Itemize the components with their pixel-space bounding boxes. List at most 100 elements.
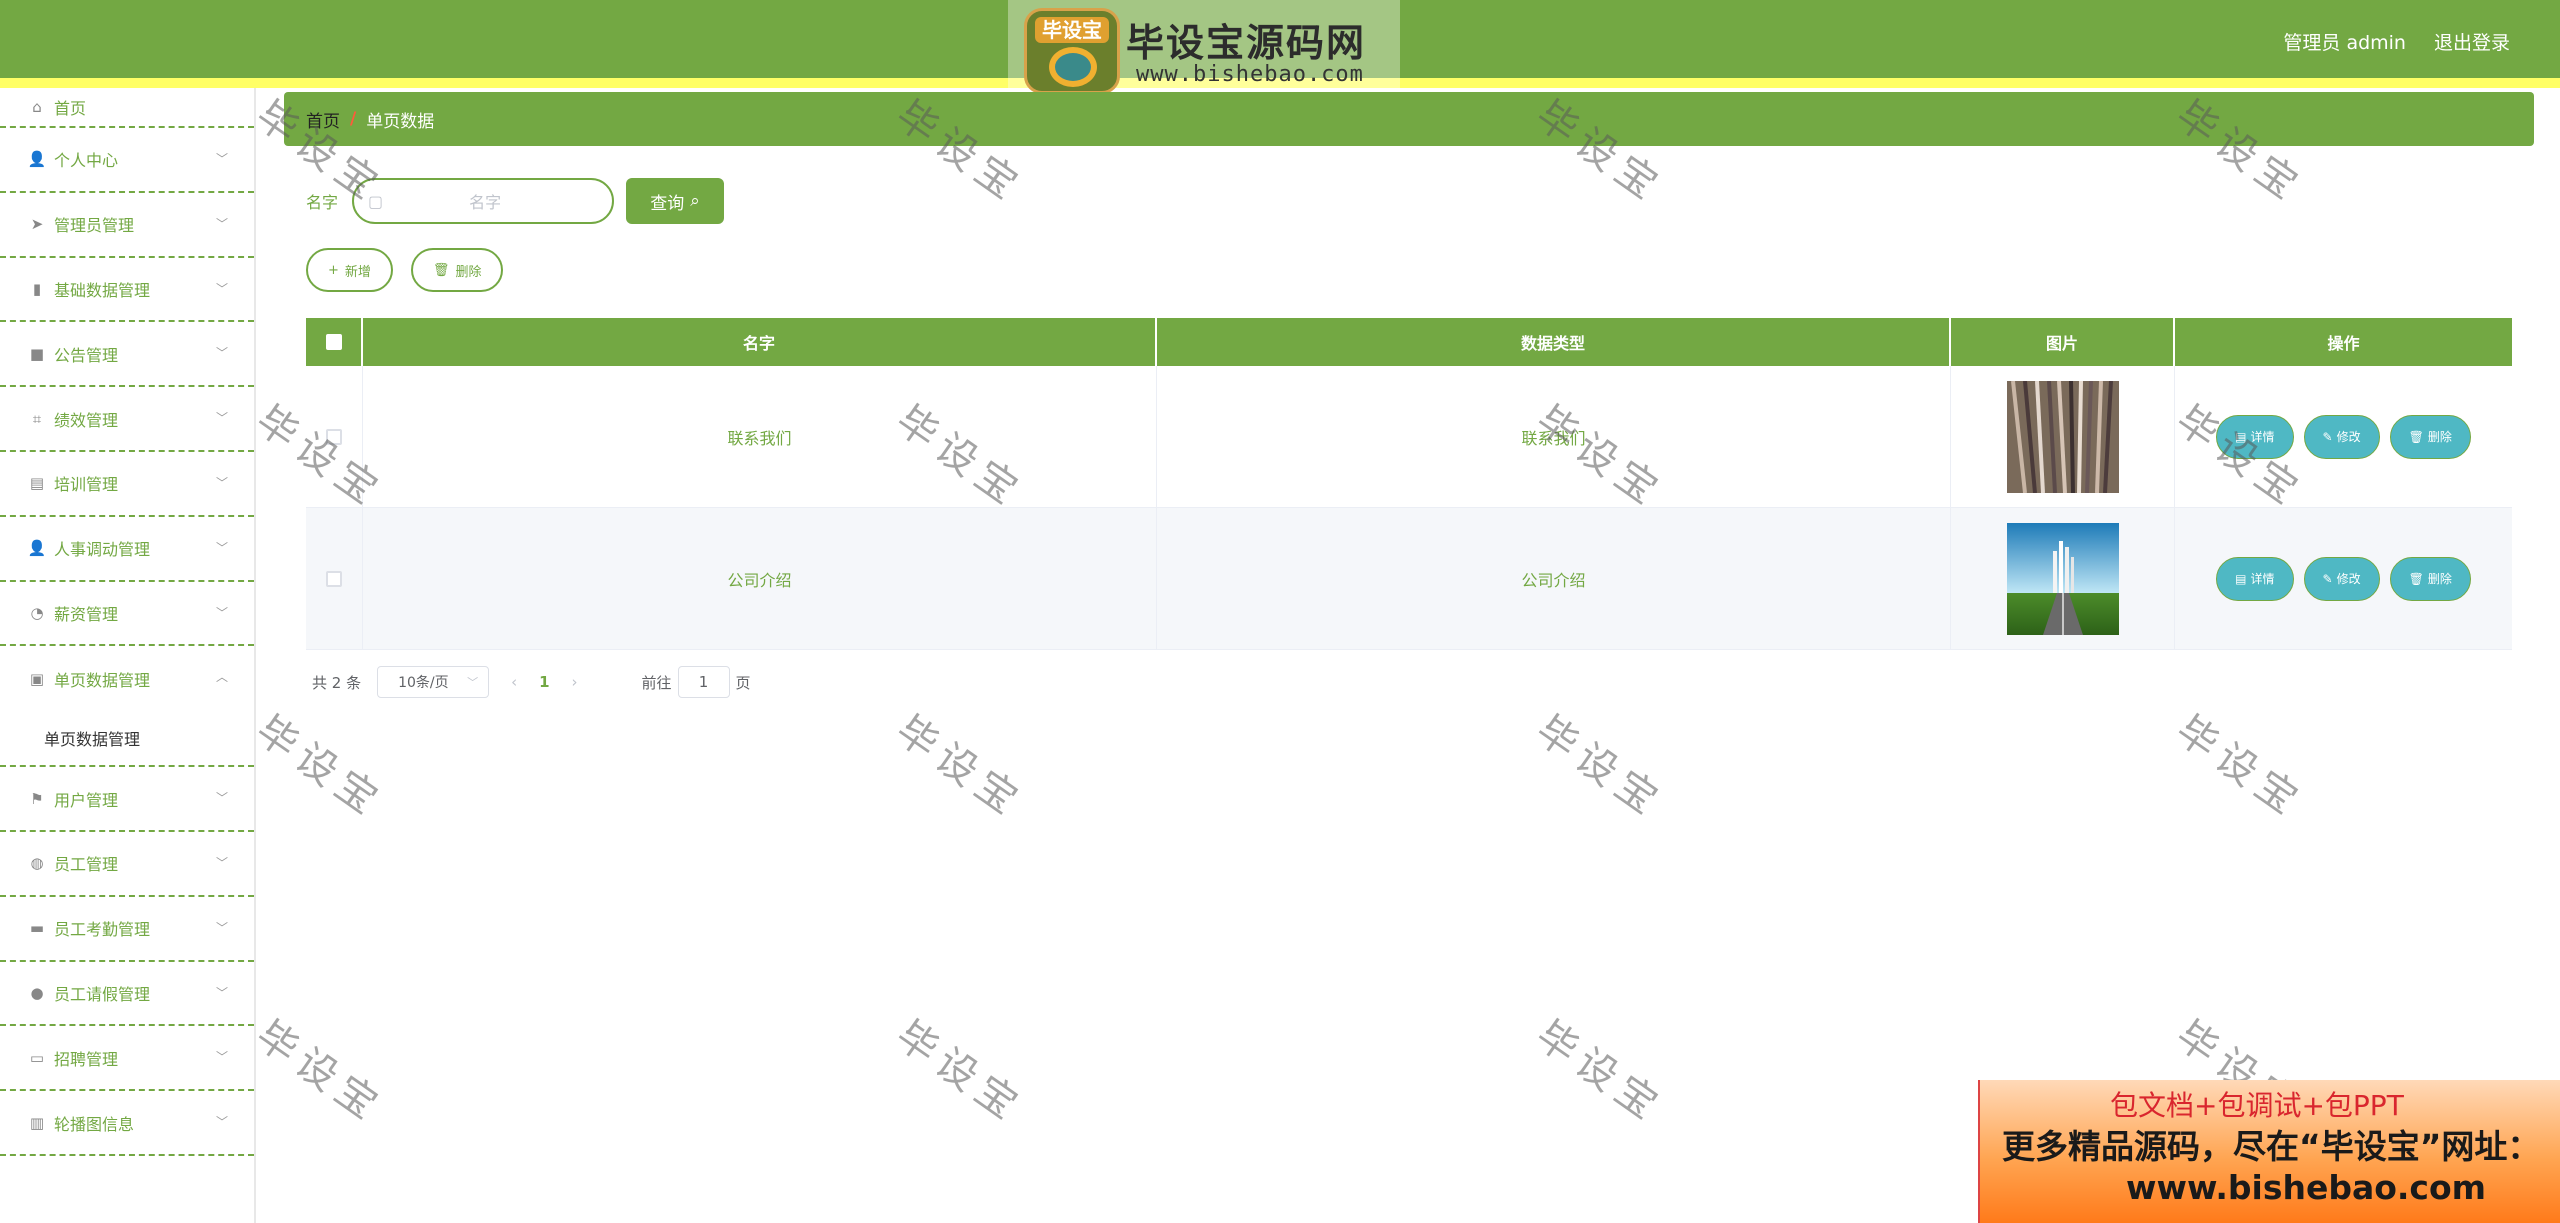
row-delete-button[interactable]: 🗑 删除 [2389, 556, 2471, 601]
cell-type: 公司介绍 [1157, 508, 1951, 649]
logout-link[interactable]: 退出登录 [2434, 28, 2510, 55]
row-checkbox[interactable] [326, 570, 342, 587]
chevron-down-icon: ﹀ [215, 920, 228, 935]
sidebar-item-notices[interactable]: ■ 公告管理 ﹀ [0, 322, 254, 388]
search-button[interactable]: 查询 ⌕ [626, 178, 725, 224]
sidebar-item-users[interactable]: ⚑ 用户管理 ﹀ [0, 767, 254, 832]
pagination: 共 2 条 10条/页 ﹀ ‹ 1 › 前往 1 页 [312, 666, 751, 698]
logo-ring-icon [1049, 47, 1097, 87]
plus-icon: + [328, 262, 339, 278]
top-right-menu: 管理员 admin 退出登录 [2283, 28, 2510, 55]
row-checkbox[interactable] [326, 428, 342, 445]
sidebar-item-salary[interactable]: ◔ 薪资管理 ﹀ [0, 582, 254, 647]
sidebar-item-attendance[interactable]: ▬ 员工考勤管理 ﹀ [0, 897, 254, 962]
sidebar-item-personal[interactable]: 👤 个人中心 ﹀ [0, 128, 254, 193]
picture-icon: ▣ [29, 669, 45, 688]
row-delete-label: 删除 [2427, 430, 2452, 444]
user-icon: 👤 [27, 539, 47, 558]
monitor-icon: ▭ [29, 1048, 45, 1067]
doc-icon: ▤ [2235, 571, 2247, 586]
promo-line-3: www.bishebao.com [2126, 1168, 2487, 1207]
sidebar-item-label: 首页 [54, 99, 87, 118]
sidebar-item-label: 员工管理 [54, 855, 119, 875]
next-page-icon[interactable]: › [572, 673, 578, 691]
chevron-up-icon: ︿ [215, 670, 228, 685]
watermark: 毕设宝 [1527, 707, 1672, 828]
search-placeholder: 名字 [469, 193, 502, 212]
promo-line-1: 包文档+包调试+包PPT [2110, 1089, 2404, 1122]
sidebar-item-training[interactable]: ▤ 培训管理 ﹀ [0, 452, 254, 517]
page-size-select[interactable]: 10条/页 ﹀ [377, 666, 490, 698]
detail-label: 详情 [2250, 572, 2275, 586]
select-all-checkbox[interactable] [325, 334, 342, 350]
detail-button[interactable]: ▤ 详情 [2216, 556, 2294, 601]
breadcrumb-home[interactable]: 首页 [306, 107, 340, 132]
promo-banner: 包文档+包调试+包PPT 更多精品源码，尽在“毕设宝”网址： www.bishe… [1978, 1080, 2560, 1223]
sidebar-subitem-single-page[interactable]: 单页数据管理 [0, 711, 254, 768]
gauge-icon: ◔ [30, 603, 44, 622]
breadcrumb-current: 单页数据 [366, 111, 435, 132]
sidebar-item-home[interactable]: ⌂ 首页 [0, 88, 254, 128]
breadcrumb: 首页 / 单页数据 [284, 92, 2534, 146]
edit-label: 修改 [2336, 430, 2361, 444]
sidebar-item-label: 招聘管理 [54, 1049, 119, 1069]
doc-icon: ▤ [2235, 429, 2247, 444]
table-header: 名字 数据类型 图片 操作 [306, 318, 2512, 366]
edit-label: 修改 [2336, 572, 2361, 586]
prev-page-icon[interactable]: ‹ [511, 673, 517, 691]
add-button[interactable]: + 新增 [306, 248, 393, 292]
detail-button[interactable]: ▤ 详情 [2216, 414, 2294, 459]
search-input[interactable]: ▢ 名字 [352, 178, 615, 224]
search-label: 名字 [306, 193, 339, 212]
chevron-down-icon: ﹀ [215, 605, 228, 620]
sidebar-item-performance[interactable]: ⌗ 绩效管理 ﹀ [0, 387, 254, 452]
logo-url: www.bishebao.com [1136, 62, 1364, 87]
add-button-label: 新增 [344, 264, 371, 280]
bag-icon: ■ [29, 344, 45, 363]
sidebar-item-carousel[interactable]: ▥ 轮播图信息 ﹀ [0, 1091, 254, 1156]
chevron-down-icon: ﹀ [215, 1115, 228, 1130]
sidebar-item-base-data[interactable]: ▮ 基础数据管理 ﹀ [0, 258, 254, 323]
cell-name: 联系我们 [363, 366, 1157, 507]
chart-icon: ▥ [29, 1113, 45, 1132]
location-icon: ● [30, 983, 44, 1002]
sidebar-item-label: 基础数据管理 [54, 280, 151, 300]
watermark: 毕设宝 [247, 1012, 392, 1133]
sidebar-item-admins[interactable]: ➤ 管理员管理 ﹀ [0, 193, 254, 258]
edit-button[interactable]: ✎ 修改 [2303, 414, 2380, 459]
user-icon: 👤 [27, 150, 47, 169]
promo-line-2: 更多精品源码，尽在“毕设宝”网址： [2002, 1127, 2541, 1166]
cell-type: 联系我们 [1157, 366, 1951, 507]
row-thumbnail[interactable] [2006, 380, 2119, 493]
goto-prefix: 前往 [641, 673, 672, 692]
cell-actions: ▤ 详情 ✎ 修改 🗑 删除 [2175, 366, 2512, 507]
delete-button[interactable]: 🗑 删除 [410, 248, 504, 292]
watermark: 毕设宝 [1527, 1012, 1672, 1133]
select-all-cell [306, 318, 363, 366]
sidebar-item-label: 用户管理 [54, 790, 119, 810]
cell-image [1951, 366, 2175, 507]
edit-button[interactable]: ✎ 修改 [2303, 556, 2380, 601]
sidebar-item-leave[interactable]: ● 员工请假管理 ﹀ [0, 962, 254, 1027]
sidebar-item-single-page[interactable]: ▣ 单页数据管理 ︿ [0, 646, 254, 711]
sidebar-item-recruit[interactable]: ▭ 招聘管理 ﹀ [0, 1026, 254, 1092]
sidebar-item-label: 培训管理 [54, 475, 119, 495]
chevron-down-icon: ﹀ [215, 281, 228, 296]
page-number-current[interactable]: 1 [539, 673, 549, 691]
chevron-down-icon: ﹀ [215, 346, 228, 361]
chevron-down-icon: ﹀ [215, 540, 228, 555]
row-thumbnail[interactable] [2006, 522, 2119, 635]
sidebar-item-transfers[interactable]: 👤 人事调动管理 ﹀ [0, 517, 254, 582]
flag-icon: ⚑ [30, 789, 44, 808]
goto-page-input[interactable]: 1 [677, 666, 730, 698]
page-size-value: 10条/页 [398, 675, 449, 691]
row-delete-button[interactable]: 🗑 删除 [2389, 414, 2471, 459]
delete-button-label: 删除 [455, 264, 482, 280]
search-button-label: 查询 [650, 193, 685, 214]
sidebar-item-label: 员工考勤管理 [54, 920, 151, 940]
compass-icon: ◍ [30, 854, 44, 873]
row-check-cell [306, 508, 363, 649]
header-actions: 操作 [2327, 334, 2360, 353]
sidebar-item-employees[interactable]: ◍ 员工管理 ﹀ [0, 832, 254, 897]
table-row: 联系我们 联系我们 ▤ 详情 ✎ 修改 🗑 删除 [306, 366, 2512, 508]
